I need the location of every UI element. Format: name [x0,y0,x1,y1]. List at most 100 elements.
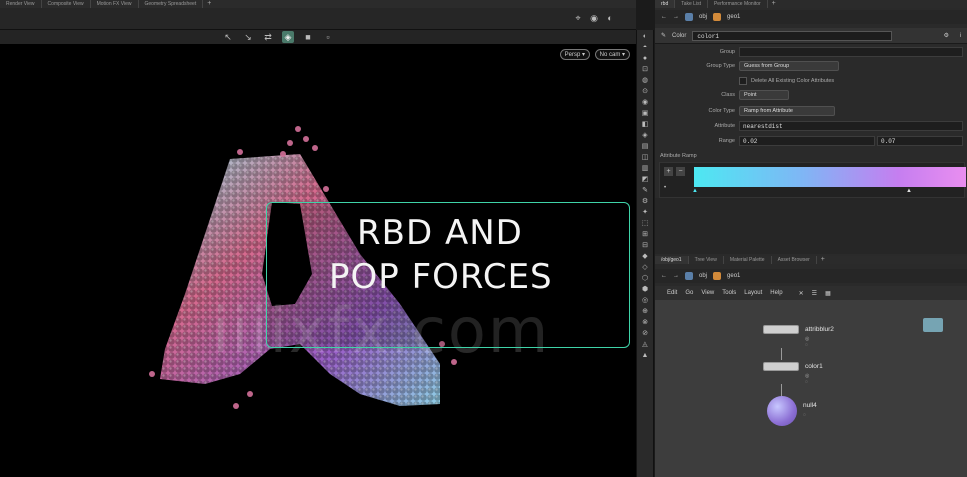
tool-icon[interactable]: ◍ [639,76,651,85]
tab-material-palette[interactable]: Material Palette [724,256,772,264]
tool-icon[interactable]: ▲ [639,351,651,360]
back-icon[interactable]: ← [661,273,667,279]
offscreen-node-icon[interactable] [923,318,943,332]
tab-asset-browser[interactable]: Asset Browser [772,256,817,264]
null-node-icon[interactable] [767,396,797,426]
tool-icon[interactable]: ◈ [639,131,651,140]
network-tab-bar: /obj/geo1 Tree View Material Palette Ass… [655,256,967,264]
tab-network[interactable]: /obj/geo1 [655,256,689,264]
tool-icon[interactable]: ◐ [639,32,651,41]
tab-performance-monitor[interactable]: Performance Monitor [708,0,768,8]
path-geo[interactable]: geo1 [727,14,740,20]
range-max-field[interactable]: 0.07 [877,136,963,146]
tool-icon[interactable]: ⊗ [639,318,651,327]
delete-attributes-checkbox[interactable] [739,77,747,85]
tab-rbd[interactable]: rbd [655,0,676,8]
remove-key-icon[interactable]: − [676,167,685,176]
tool-icon[interactable]: ◇ [639,263,651,272]
menu-view[interactable]: View [701,290,714,296]
add-key-icon[interactable]: + [664,167,673,176]
menu-help[interactable]: Help [770,290,782,296]
snap-icon[interactable]: ⌖ [572,12,584,24]
node-wire [781,348,782,360]
delete-attributes-row: Delete All Existing Color Attributes [655,75,967,87]
view-icon[interactable]: ◈ [282,31,294,43]
grid-icon[interactable]: ▦ [825,290,831,297]
path-obj[interactable]: obj [699,14,707,20]
tool-icon[interactable]: ◧ [639,120,651,129]
attribute-field[interactable]: nearestdist [739,121,963,131]
tool-icon[interactable]: ⚙ [639,197,651,206]
handle-icon[interactable]: ⇄ [262,31,274,43]
tool-icon[interactable]: ◫ [639,153,651,162]
range-row: Range 0.02 0.07 [655,135,967,147]
menu-edit[interactable]: Edit [667,290,677,296]
color-node-icon: ✎ [661,33,667,39]
right-panel: rbd Take List Performance Monitor + ← → … [655,0,967,477]
tab-geometry-spreadsheet[interactable]: Geometry Spreadsheet [139,0,204,8]
node-box[interactable] [763,325,799,334]
network-path-obj[interactable]: obj [699,273,707,279]
tool-icon[interactable]: ◓ [639,43,651,52]
tab-tree-view[interactable]: Tree View [689,256,724,264]
tool-icon[interactable]: ⊞ [639,230,651,239]
ramp-key-end[interactable]: ▲ [906,188,912,194]
network-path-geo[interactable]: geo1 [727,273,740,279]
tab-take-list[interactable]: Take List [675,0,708,8]
back-icon[interactable]: ← [661,14,667,20]
tool-icon[interactable]: ⬢ [639,285,651,294]
color-type-menu[interactable]: Ramp from Attribute [739,106,835,116]
tool-icon[interactable]: ✦ [639,208,651,217]
list-icon[interactable]: ☰ [812,290,817,297]
tool-icon[interactable]: ▣ [639,109,651,118]
network-editor[interactable]: attribblur2 ◎ ◌ color1 ◎ ◌ null4 ◌ [655,300,967,477]
forward-icon[interactable]: → [673,14,679,20]
ramp-key-marker[interactable]: • [664,185,666,191]
menu-tools[interactable]: Tools [722,290,736,296]
class-menu[interactable]: Point [739,90,789,100]
group-type-menu[interactable]: Guess from Group [739,61,839,71]
menu-layout[interactable]: Layout [744,290,762,296]
pin-icon[interactable]: ✕ [799,290,804,297]
tool-icon[interactable]: ⬡ [639,274,651,283]
tool-icon[interactable]: ▤ [639,142,651,151]
tool-icon[interactable]: ● [639,54,651,63]
tool-icon[interactable]: ⊘ [639,329,651,338]
range-min-field[interactable]: 0.02 [739,136,875,146]
ramp-gradient-bar[interactable] [694,167,966,187]
tool-icon[interactable]: ⊟ [639,241,651,250]
light-icon[interactable]: ◐ [604,12,616,24]
tool-icon[interactable]: ⊙ [639,87,651,96]
info-icon[interactable]: i [960,33,961,39]
tool-icon[interactable]: ◉ [639,98,651,107]
attribute-label: Attribute [714,123,735,129]
add-tab-icon[interactable]: + [768,0,780,8]
camera-icon[interactable]: ◉ [588,12,600,24]
lock-icon[interactable]: ⊡ [639,65,651,74]
tool-icon[interactable]: ◬ [639,340,651,349]
ramp-key-start[interactable]: ▲ [692,188,698,194]
forward-icon[interactable]: → [673,273,679,279]
node-name-field[interactable]: color1 [692,30,893,41]
select-icon[interactable]: ↖ [222,31,234,43]
scene-viewport[interactable]: Persp ▾ No cam ▾ iiiixfx.com RBD AND POP… [0,44,636,477]
gear-icon[interactable]: ⚙ [944,32,949,39]
grid-icon[interactable]: ▫ [322,31,334,43]
tab-render-view[interactable]: Render View [0,0,42,8]
tool-icon[interactable]: ⬚ [639,219,651,228]
tool-icon[interactable]: ✎ [639,186,651,195]
transform-icon[interactable]: ↘ [242,31,254,43]
add-tab-icon[interactable]: + [203,0,215,8]
node-box[interactable] [763,362,799,371]
tool-icon[interactable]: ◎ [639,296,651,305]
tab-composite-view[interactable]: Composite View [42,0,91,8]
tool-icon[interactable]: ◆ [639,252,651,261]
tab-motion-fx-view[interactable]: Motion FX View [91,0,139,8]
tool-icon[interactable]: ▥ [639,164,651,173]
add-tab-icon[interactable]: + [817,256,829,264]
tool-icon[interactable]: ◩ [639,175,651,184]
tool-icon[interactable]: ⊕ [639,307,651,316]
menu-go[interactable]: Go [685,290,693,296]
group-field[interactable] [739,47,963,57]
display-icon[interactable]: ■ [302,31,314,43]
